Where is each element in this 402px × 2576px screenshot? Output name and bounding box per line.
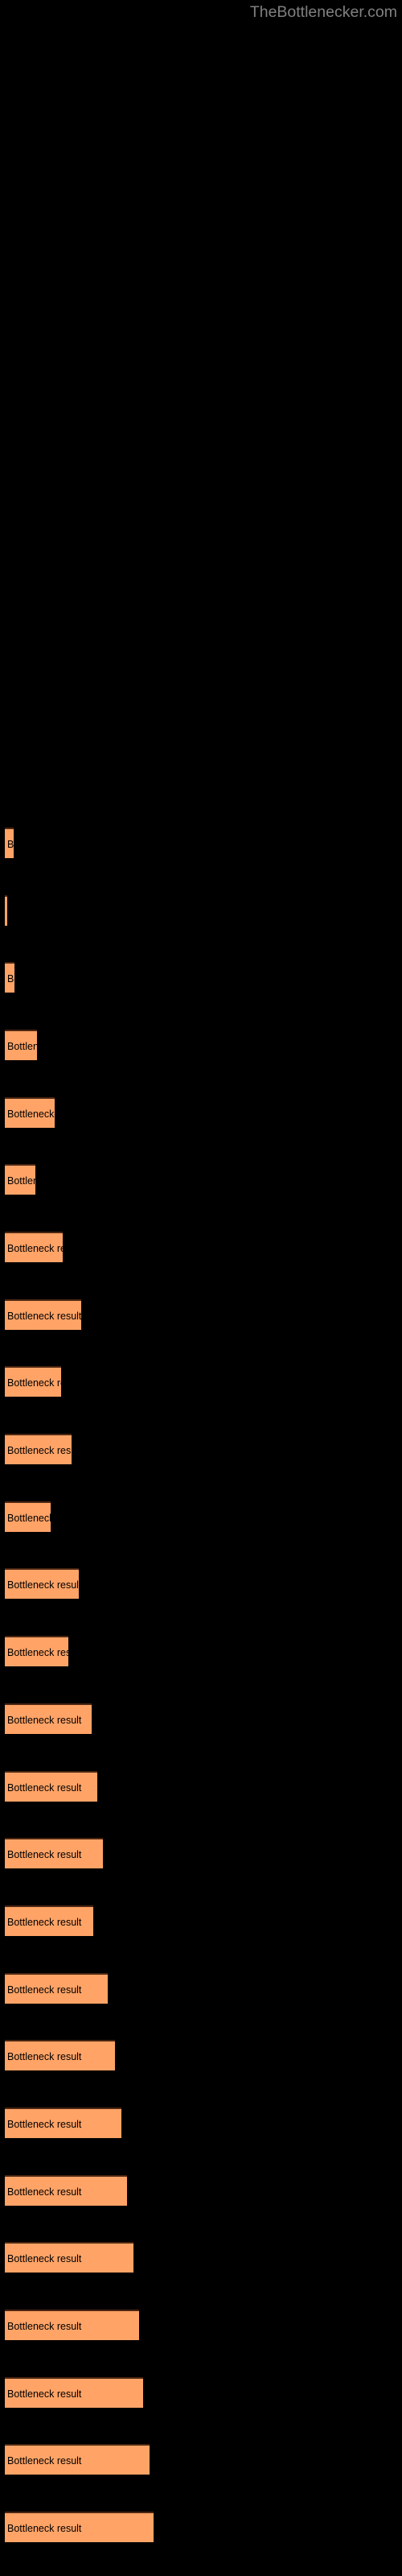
bar-label: Bottleneck result: [7, 1916, 82, 1928]
bar-row: Bottleneck result: [0, 2376, 402, 2408]
bar-row: Bottleneck result: [0, 2444, 402, 2475]
chart-bar[interactable]: Bottleneck result: [5, 1568, 79, 1600]
chart-bar[interactable]: Bottleneck result: [5, 1770, 97, 1802]
bar-label: Bottleneck result: [7, 1647, 68, 1659]
bar-row: Bottleneck result: [0, 2512, 402, 2542]
bar-row: Bottleneck result: [0, 1972, 402, 2004]
bar-row: Bottleneck result: [0, 1636, 402, 1667]
bar-label: Bottleneck result: [7, 839, 14, 850]
chart-bar[interactable]: Bottleneck result: [5, 2512, 154, 2542]
bar-row: Bottleneck result: [0, 1703, 402, 1734]
bar-row: Bottleneck result: [0, 2309, 402, 2340]
bar-label: Bottleneck result: [7, 2523, 82, 2534]
bar-row: Bottleneck result: [0, 1232, 402, 1263]
bar-label: Bottleneck result: [7, 2455, 82, 2467]
chart-bar[interactable]: Bottleneck result: [5, 2242, 133, 2273]
bar-row: Bottleneck result: [0, 1366, 402, 1397]
bar-label: Bottleneck result: [7, 1579, 79, 1591]
bar-row: Bottleneck result: [0, 828, 402, 858]
bar-label: Bottleneck result: [7, 973, 14, 985]
bar-label: Bottleneck result: [7, 2051, 82, 2063]
bar-label: Bottleneck result: [7, 2186, 82, 2198]
chart-bar[interactable]: Bottleneck result: [5, 2309, 139, 2340]
bar-label: Bottleneck result: [7, 1849, 82, 1861]
bar-row: Bottleneck result: [0, 1164, 402, 1195]
bar-label: Bottleneck result: [7, 1243, 63, 1255]
chart-bar[interactable]: Bottleneck result: [5, 1298, 81, 1330]
bar-row: Bottleneck result: [0, 894, 402, 926]
chart-bar[interactable]: Bottleneck result: [5, 1501, 51, 1532]
bar-label: Bottleneck result: [7, 1175, 35, 1187]
bar-row: Bottleneck result: [0, 1434, 402, 1465]
bar-label: Bottleneck result: [7, 2320, 82, 2332]
bar-row: Bottleneck result: [0, 2242, 402, 2273]
bar-label: Bottleneck result: [7, 1108, 55, 1120]
chart-bar[interactable]: Bottleneck result: [5, 1972, 108, 2004]
bar-row: Bottleneck result: [0, 962, 402, 993]
bar-label: Bottleneck result: [7, 2388, 82, 2400]
bar-label: Bottleneck result: [7, 1984, 82, 1996]
chart-bar[interactable]: Bottleneck result: [5, 2174, 127, 2206]
bar-label: Bottleneck result: [7, 1377, 61, 1389]
chart-bar[interactable]: Bottleneck result: [5, 1838, 103, 1869]
chart-bar[interactable]: Bottleneck result: [5, 1636, 68, 1667]
bar-label: Bottleneck result: [7, 2253, 82, 2265]
bar-row: Bottleneck result: [0, 2174, 402, 2206]
bar-label: Bottleneck result: [7, 1781, 82, 1794]
bar-row: Bottleneck result: [0, 1568, 402, 1600]
chart-bar[interactable]: Bottleneck result: [5, 962, 14, 993]
bar-row: Bottleneck result: [0, 1298, 402, 1330]
bar-row: Bottleneck result: [0, 2107, 402, 2138]
bar-label: Bottleneck result: [7, 1445, 72, 1457]
bar-label: Bottleneck result: [7, 2118, 82, 2130]
chart-bar[interactable]: Bottleneck result: [5, 894, 7, 926]
page-root: TheBottlenecker.com Bottleneck resultBot…: [0, 0, 402, 2576]
bar-row: Bottleneck result: [0, 2040, 402, 2071]
bar-label: Bottleneck result: [7, 1310, 81, 1322]
chart-bar[interactable]: Bottleneck result: [5, 2107, 121, 2138]
bar-label: Bottleneck result: [7, 1714, 82, 1726]
bar-label: Bottleneck result: [7, 1512, 51, 1524]
chart-bar[interactable]: Bottleneck result: [5, 1232, 63, 1263]
bottleneck-bar-chart: Bottleneck result Bottleneck result Bottle…: [0, 0, 402, 2576]
bar-row: Bottleneck result: [0, 1905, 402, 1936]
chart-bar[interactable]: Bottleneck result: [5, 1905, 93, 1936]
chart-bar[interactable]: Bottleneck result: [5, 1030, 37, 1061]
chart-bar[interactable]: Bottleneck result: [5, 828, 14, 858]
bar-row: Bottleneck result: [0, 1501, 402, 1532]
chart-bar[interactable]: Bottleneck result: [5, 2040, 115, 2071]
chart-plot-area: Bottleneck result Bottleneck result Bottle…: [0, 0, 402, 2576]
bar-label: Bottleneck result: [7, 1041, 37, 1053]
bar-row: Bottleneck result: [0, 1096, 402, 1128]
bar-row: Bottleneck result: [0, 1030, 402, 1061]
bar-row: Bottleneck result: [0, 1838, 402, 1869]
chart-bar[interactable]: Bottleneck result: [5, 1164, 35, 1195]
chart-bar[interactable]: Bottleneck result: [5, 1366, 61, 1397]
chart-bar[interactable]: Bottleneck result: [5, 2376, 143, 2408]
chart-bar[interactable]: Bottleneck result: [5, 1703, 92, 1734]
chart-bar[interactable]: Bottleneck result: [5, 1096, 55, 1128]
bar-row: Bottleneck result: [0, 1770, 402, 1802]
chart-bar[interactable]: Bottleneck result: [5, 2444, 150, 2475]
chart-bar[interactable]: Bottleneck result: [5, 1434, 72, 1465]
